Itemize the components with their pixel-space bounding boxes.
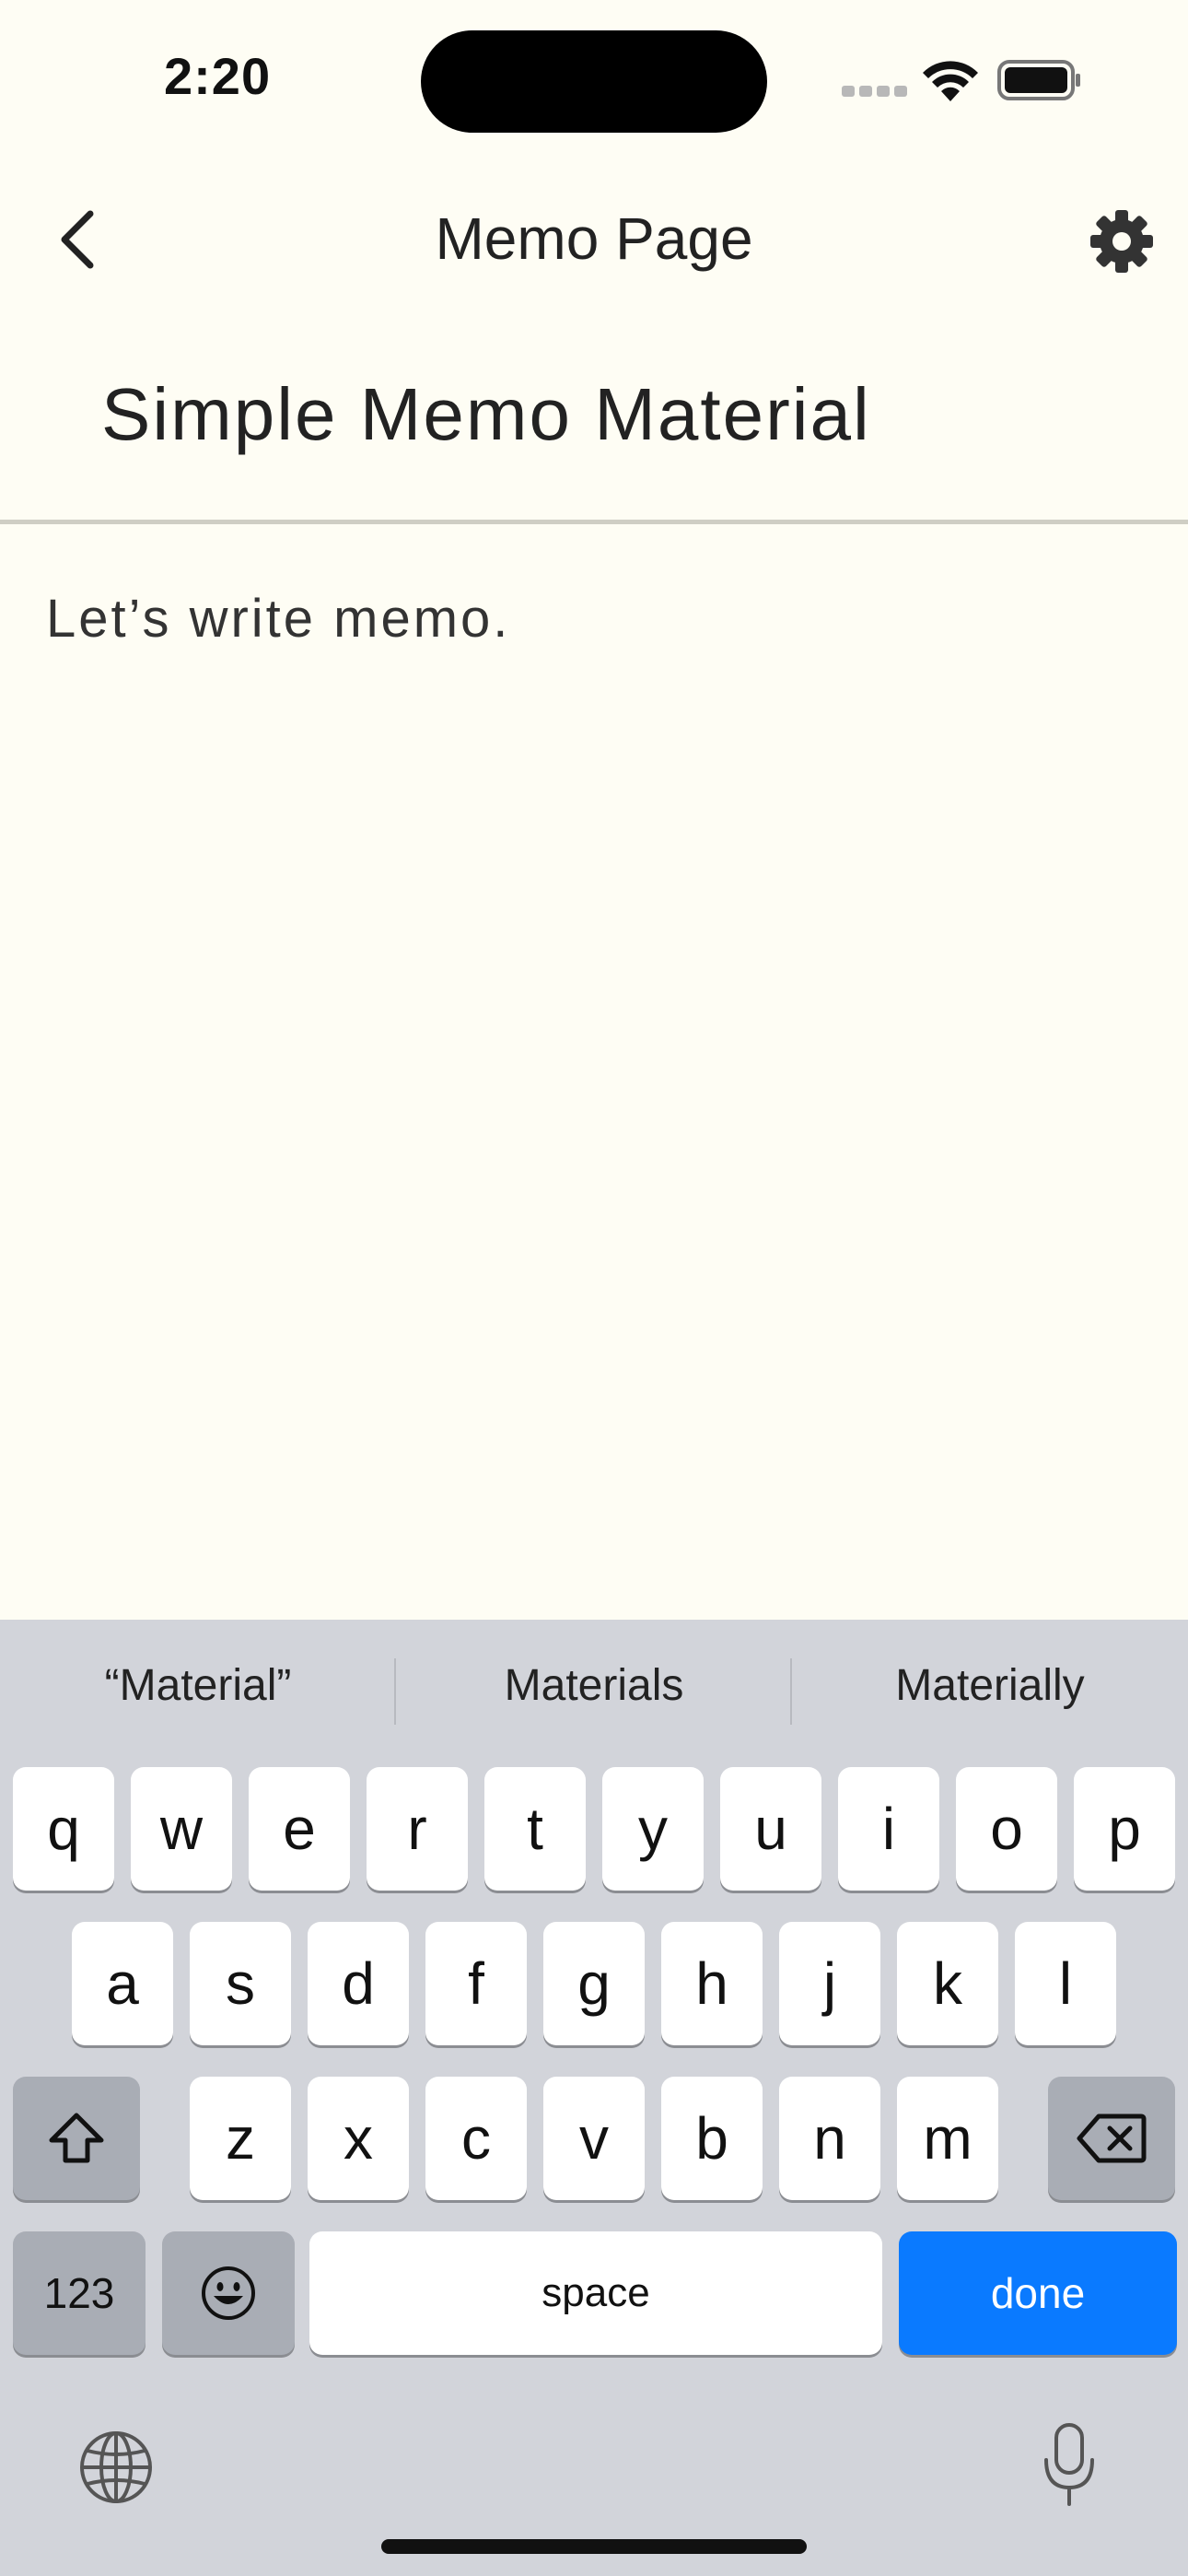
delete-icon [1077,2113,1147,2163]
key-v[interactable]: v [543,2077,645,2200]
microphone-icon[interactable] [1041,2421,1098,2510]
key-w[interactable]: w [131,1767,232,1891]
key-x[interactable]: x [308,2077,409,2200]
key-n[interactable]: n [779,2077,880,2200]
suggestion-2[interactable]: Materials [396,1660,792,1711]
done-key[interactable]: done [899,2231,1177,2355]
key-h[interactable]: h [661,1922,763,2045]
emoji-key[interactable] [162,2231,295,2355]
numbers-key[interactable]: 123 [13,2231,146,2355]
key-j[interactable]: j [779,1922,880,2045]
memo-title-field[interactable]: Simple Memo Material [101,372,871,457]
globe-icon[interactable] [77,2429,155,2506]
key-u[interactable]: u [720,1767,821,1891]
key-i[interactable]: i [838,1767,939,1891]
dynamic-island [421,30,767,133]
key-g[interactable]: g [543,1922,645,2045]
memo-body-field[interactable]: Let’s write memo. [46,588,510,650]
key-d[interactable]: d [308,1922,409,2045]
page-title: Memo Page [435,205,753,272]
suggestion-1[interactable]: “Material” [0,1660,396,1711]
key-o[interactable]: o [956,1767,1057,1891]
home-indicator [381,2539,807,2554]
emoji-icon [202,2266,255,2320]
keyboard: “Material” Materials Materially q w e r … [0,1620,1188,2576]
key-k[interactable]: k [897,1922,998,2045]
key-e[interactable]: e [249,1767,350,1891]
key-b[interactable]: b [661,2077,763,2200]
key-c[interactable]: c [425,2077,527,2200]
memo-screen: 2:20 Memo Page Simple Memo Material Let’… [0,0,1188,2576]
key-s[interactable]: s [190,1922,291,2045]
suggestion-bar: “Material” Materials Materially [0,1620,1188,1767]
space-key[interactable]: space [309,2231,882,2355]
battery-icon [997,60,1080,100]
gear-icon[interactable] [1089,208,1155,275]
key-a[interactable]: a [72,1922,173,2045]
shift-key[interactable] [13,2077,140,2200]
cellular-signal-icon [842,86,907,99]
key-p[interactable]: p [1074,1767,1175,1891]
suggestion-3[interactable]: Materially [792,1660,1188,1711]
key-z[interactable]: z [190,2077,291,2200]
title-divider [0,520,1188,524]
key-f[interactable]: f [425,1922,527,2045]
status-time: 2:20 [164,47,272,105]
shift-icon [49,2113,104,2163]
key-r[interactable]: r [367,1767,468,1891]
key-l[interactable]: l [1015,1922,1116,2045]
key-t[interactable]: t [484,1767,586,1891]
key-y[interactable]: y [602,1767,704,1891]
key-m[interactable]: m [897,2077,998,2200]
key-q[interactable]: q [13,1767,114,1891]
delete-key[interactable] [1048,2077,1175,2200]
wifi-icon [923,61,978,101]
